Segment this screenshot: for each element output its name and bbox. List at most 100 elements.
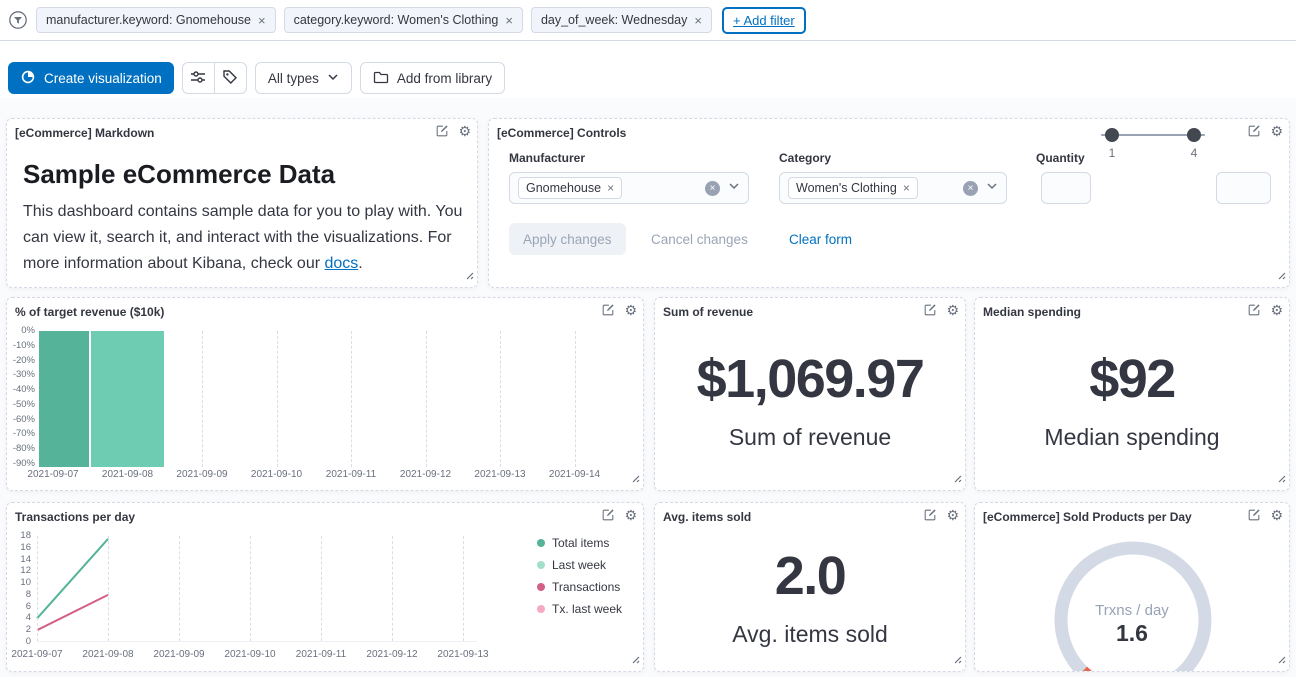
quantity-max-input[interactable] [1216,172,1271,204]
chevron-down-icon[interactable] [986,179,998,197]
filter-funnel-icon[interactable] [8,10,28,30]
edit-panel-icon[interactable] [1247,124,1261,138]
markdown-text: This dashboard contains sample data for … [23,203,462,272]
x-axis-label: 2021-09-08 [71,649,145,660]
clear-form-button[interactable]: Clear form [781,223,860,255]
gridline [277,331,278,467]
panel-title[interactable]: Sum of revenue [663,303,753,319]
category-combobox[interactable]: Women's Clothing × × [779,172,1007,204]
remove-option-icon[interactable]: × [903,181,910,195]
gear-icon[interactable]: ⚙ [1270,508,1283,522]
remove-option-icon[interactable]: × [607,181,614,195]
gauge-value: 1.6 [975,620,1289,647]
x-axis-label: 2021-09-13 [463,469,537,480]
resize-handle[interactable] [952,470,962,488]
resize-handle[interactable] [630,651,640,669]
y-axis-label: -40% [9,385,35,395]
bar-segment[interactable] [91,331,164,467]
manufacturer-label: Manufacturer [509,151,585,165]
edit-panel-icon[interactable] [923,303,937,317]
legend-item[interactable]: Last week [537,558,622,572]
legend-label: Transactions [552,580,620,594]
y-axis-label: -20% [9,356,35,366]
legend-item[interactable]: Transactions [537,580,622,594]
gear-icon[interactable]: ⚙ [1270,124,1283,138]
docs-link[interactable]: docs [325,255,359,272]
gear-icon[interactable]: ⚙ [624,508,637,522]
y-axis-label: -10% [9,341,35,351]
cancel-changes-button[interactable]: Cancel changes [641,223,758,255]
chart-legend: Total items Last week Transactions Tx. last… [537,536,622,624]
edit-panel-icon[interactable] [1247,508,1261,522]
legend-dot [537,605,545,613]
gridline [202,331,203,467]
panel-title[interactable]: Avg. items sold [663,508,751,524]
x-axis-label: 2021-09-07 [6,649,74,660]
y-axis-label: -30% [9,370,35,380]
resize-handle[interactable] [952,651,962,669]
panel-title[interactable]: [eCommerce] Markdown [15,124,154,140]
line-plot-area [37,536,477,642]
clear-selection-icon[interactable]: × [963,181,978,196]
edit-panel-icon[interactable] [435,124,449,138]
gear-icon[interactable]: ⚙ [458,124,471,138]
slider-max-label: 4 [1187,146,1201,160]
gridline [108,536,109,641]
gridline [575,331,576,467]
controls-button[interactable] [183,63,214,93]
legend-item[interactable]: Total items [537,536,622,550]
gear-icon[interactable]: ⚙ [946,508,959,522]
manufacturer-combobox[interactable]: Gnomehouse × × [509,172,749,204]
quantity-min-input[interactable] [1041,172,1091,204]
line-series [37,595,108,630]
add-from-library-button[interactable]: Add from library [360,62,505,94]
panel-markdown: [eCommerce] Markdown ⚙ Sample eCommerce … [6,118,478,288]
remove-filter-icon[interactable]: × [694,14,702,27]
panel-title[interactable]: Transactions per day [15,508,135,524]
filter-pill-day-of-week[interactable]: day_of_week: Wednesday × [531,7,712,33]
edit-panel-icon[interactable] [1247,303,1261,317]
resize-handle[interactable] [1276,267,1286,285]
markdown-paragraph: This dashboard contains sample data for … [23,199,478,277]
clear-selection-icon[interactable]: × [705,181,720,196]
filter-pill-category[interactable]: category.keyword: Women's Clothing × [284,7,523,33]
resize-handle[interactable] [630,470,640,488]
gear-icon[interactable]: ⚙ [946,303,959,317]
resize-handle[interactable] [1276,470,1286,488]
panel-title[interactable]: [eCommerce] Controls [497,124,626,140]
create-visualization-button[interactable]: Create visualization [8,62,174,94]
remove-filter-icon[interactable]: × [505,14,513,27]
annotation-button[interactable] [215,63,246,93]
chevron-down-icon [327,71,339,86]
y-axis-label: 0 [9,637,31,647]
resize-handle[interactable] [464,267,474,285]
legend-item[interactable]: Tx. last week [537,602,622,616]
chevron-down-icon[interactable] [728,179,740,197]
metric-label: Median spending [1044,424,1219,451]
bar-segment[interactable] [39,331,89,467]
gear-icon[interactable]: ⚙ [1270,303,1283,317]
gauge-label: Trxns / day [975,602,1289,619]
edit-panel-icon[interactable] [601,303,615,317]
x-axis-label: 2021-09-11 [284,649,358,660]
resize-handle[interactable] [1276,651,1286,669]
panel-title[interactable]: Median spending [983,303,1081,319]
y-axis-label: 10 [9,578,31,588]
remove-filter-icon[interactable]: × [258,14,266,27]
add-filter-button[interactable]: + Add filter [722,7,806,34]
metric-label: Avg. items sold [732,621,888,648]
all-types-dropdown[interactable]: All types [255,62,352,94]
legend-label: Tx. last week [552,602,622,616]
edit-panel-icon[interactable] [923,508,937,522]
filter-pill-manufacturer[interactable]: manufacturer.keyword: Gnomehouse × [36,7,276,33]
markdown-text: . [358,255,362,272]
controls-icon [190,69,206,88]
gridline [179,536,180,641]
panel-title[interactable]: [eCommerce] Sold Products per Day [983,508,1192,524]
edit-panel-icon[interactable] [601,508,615,522]
x-axis-label: 2021-09-13 [426,649,500,660]
gear-icon[interactable]: ⚙ [624,303,637,317]
apply-changes-button[interactable]: Apply changes [509,223,626,255]
panel-title[interactable]: % of target revenue ($10k) [15,303,164,319]
panel-target-revenue: % of target revenue ($10k) ⚙ 0%-10%-20%-… [6,297,644,491]
